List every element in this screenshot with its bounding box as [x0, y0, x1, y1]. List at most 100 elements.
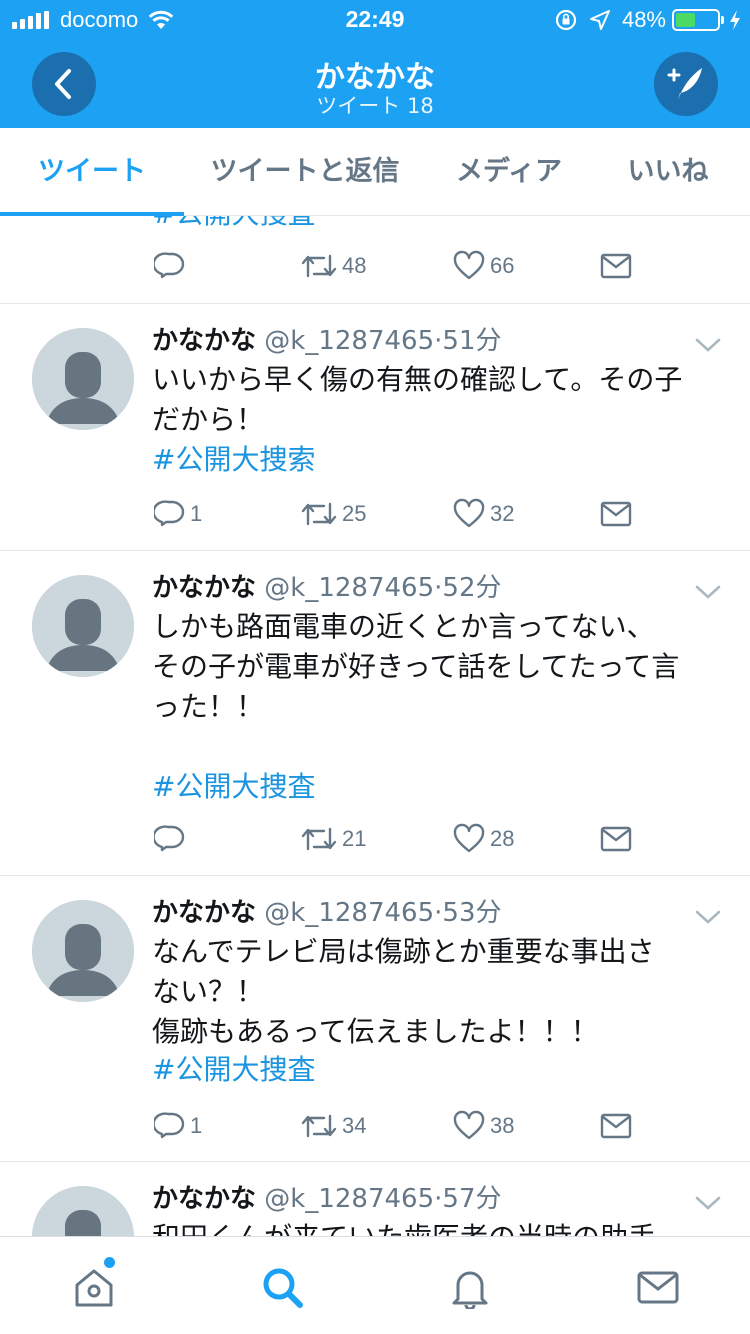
- reply-button[interactable]: [154, 246, 190, 286]
- avatar[interactable]: [32, 900, 134, 1002]
- header-tweet-count: ツイート 18: [316, 94, 434, 118]
- retweet-icon: [301, 254, 337, 278]
- default-avatar-icon: [32, 575, 134, 677]
- tweet-author-name[interactable]: かなかな: [152, 573, 256, 603]
- status-bar: docomo 22:49 48%: [0, 0, 750, 40]
- chevron-down-icon[interactable]: [694, 583, 722, 601]
- tweet-author-handle: @k_1287465: [264, 1184, 435, 1214]
- chevron-down-icon[interactable]: [694, 336, 722, 354]
- tweet-hashtag[interactable]: #公開大捜査: [152, 767, 732, 807]
- retweet-button[interactable]: 25: [300, 494, 366, 534]
- tweet-actions: 1 34 38: [0, 1106, 750, 1146]
- tweet-author-name[interactable]: かなかな: [152, 326, 256, 356]
- compose-tweet-button[interactable]: [654, 52, 718, 116]
- reply-button[interactable]: 1: [154, 1106, 202, 1146]
- chevron-down-icon[interactable]: [694, 908, 722, 926]
- bottom-tab-bar: [0, 1236, 750, 1334]
- retweet-count: 34: [342, 1113, 367, 1138]
- tweet-hashtag[interactable]: #公開大捜査: [152, 1050, 732, 1090]
- compose-tweet-icon: [667, 68, 702, 100]
- heart-icon: [453, 823, 485, 853]
- messages-envelope-icon[interactable]: [636, 1265, 680, 1309]
- profile-tabs: ツイート ツイートと返信 メディア いいね: [0, 128, 750, 216]
- avatar[interactable]: [32, 575, 134, 677]
- retweet-icon: [301, 827, 337, 851]
- direct-message-button[interactable]: [600, 1106, 636, 1146]
- tweet-header: かなかな @k_1287465·51分: [152, 324, 502, 358]
- tweet[interactable]: かなかな @k_1287465·57分 和田くんが来ていた歯医者の当時の助手: [0, 1162, 750, 1236]
- like-button[interactable]: 66: [452, 246, 514, 286]
- reply-count: 1: [190, 1113, 203, 1138]
- notifications-bell-icon[interactable]: [448, 1265, 492, 1309]
- orientation-lock-icon: [555, 9, 577, 31]
- envelope-icon: [600, 253, 632, 279]
- direct-message-button[interactable]: [600, 819, 636, 859]
- tweet-author-name[interactable]: かなかな: [152, 898, 256, 928]
- tab-media[interactable]: メディア: [436, 128, 582, 216]
- tab-tweets-and-replies[interactable]: ツイートと返信: [194, 128, 416, 216]
- tweet[interactable]: かなかな @k_1287465·51分 いいから早く傷の有無の確認して。その子 …: [0, 304, 750, 551]
- avatar[interactable]: [32, 1186, 134, 1236]
- tweet-author-handle: @k_1287465: [264, 326, 435, 356]
- tweet-time: 52分: [442, 573, 502, 603]
- like-count: 32: [490, 501, 515, 526]
- retweet-icon: [301, 502, 337, 526]
- tweet-time: 51分: [442, 326, 502, 356]
- heart-icon: [453, 1110, 485, 1140]
- tweet-actions: 48 66: [0, 246, 750, 286]
- retweet-count: 21: [342, 826, 367, 851]
- tweet[interactable]: かなかな @k_1287465·52分 しかも路面電車の近くとか言ってない、 そ…: [0, 551, 750, 876]
- tweet-time: 53分: [442, 898, 502, 928]
- home-icon[interactable]: [72, 1265, 116, 1309]
- charging-bolt-icon: [730, 10, 740, 30]
- envelope-icon: [600, 1113, 632, 1139]
- tweet-author-name[interactable]: かなかな: [152, 1184, 256, 1214]
- tweet-author-handle: @k_1287465: [264, 573, 435, 603]
- envelope-icon: [600, 826, 632, 852]
- tweet-hashtag[interactable]: #公開大捜査: [152, 216, 732, 234]
- tweet-time: 57分: [442, 1184, 502, 1214]
- retweet-button[interactable]: 34: [300, 1106, 366, 1146]
- direct-message-button[interactable]: [600, 246, 636, 286]
- tweet-header: かなかな @k_1287465·53分: [152, 896, 502, 930]
- reply-button[interactable]: [154, 819, 190, 859]
- tweet-header: かなかな @k_1287465·52分: [152, 571, 502, 605]
- tweet[interactable]: かなかな @k_1287465·53分 なんでテレビ局は傷跡とか重要な事出さ な…: [0, 876, 750, 1162]
- like-button[interactable]: 38: [452, 1106, 514, 1146]
- default-avatar-icon: [32, 900, 134, 1002]
- like-button[interactable]: 32: [452, 494, 514, 534]
- tab-tweets[interactable]: ツイート: [0, 128, 184, 216]
- tweet-hashtag[interactable]: #公開大捜索: [152, 440, 732, 480]
- tweet-text: しかも路面電車の近くとか言ってない、 その子が電車が好きって話をしてたって言 っ…: [152, 610, 680, 723]
- tweet-timeline[interactable]: #公開大捜査 48 66 かなかな @k_1287465·: [0, 216, 750, 1236]
- reply-icon: [154, 825, 185, 852]
- battery-icon: [672, 9, 724, 31]
- profile-header-bar: かなかな ツイート 18: [0, 40, 750, 128]
- direct-message-button[interactable]: [600, 494, 636, 534]
- tweet-header: かなかな @k_1287465·57分: [152, 1182, 502, 1216]
- tweet-text: なんでテレビ局は傷跡とか重要な事出さ ない？！ 傷跡もあるって伝えましたよ！！！: [152, 935, 655, 1048]
- retweet-count: 48: [342, 253, 367, 278]
- chevron-down-icon[interactable]: [694, 1194, 722, 1212]
- battery-percent: 48%: [621, 7, 666, 32]
- reply-button[interactable]: 1: [154, 494, 202, 534]
- heart-icon: [453, 250, 485, 280]
- tweet-text: いいから早く傷の有無の確認して。その子 だから！: [152, 363, 683, 436]
- tweet-author-handle: @k_1287465: [264, 898, 435, 928]
- avatar[interactable]: [32, 328, 134, 430]
- active-tab-indicator: [0, 212, 184, 216]
- tab-likes[interactable]: いいね: [606, 128, 730, 216]
- location-arrow-icon: [589, 10, 610, 30]
- tweet-partial[interactable]: #公開大捜査 48 66: [0, 216, 750, 304]
- like-button[interactable]: 28: [452, 819, 514, 859]
- like-count: 66: [490, 253, 515, 278]
- retweet-button[interactable]: 21: [300, 819, 366, 859]
- tweet-actions: 21 28: [0, 819, 750, 859]
- envelope-icon: [600, 501, 632, 527]
- retweet-count: 25: [342, 501, 367, 526]
- battery-level: [676, 13, 696, 27]
- status-bar-right: 48%: [554, 6, 742, 34]
- search-icon[interactable]: [260, 1265, 304, 1309]
- notification-dot: [104, 1257, 115, 1268]
- retweet-button[interactable]: 48: [300, 246, 366, 286]
